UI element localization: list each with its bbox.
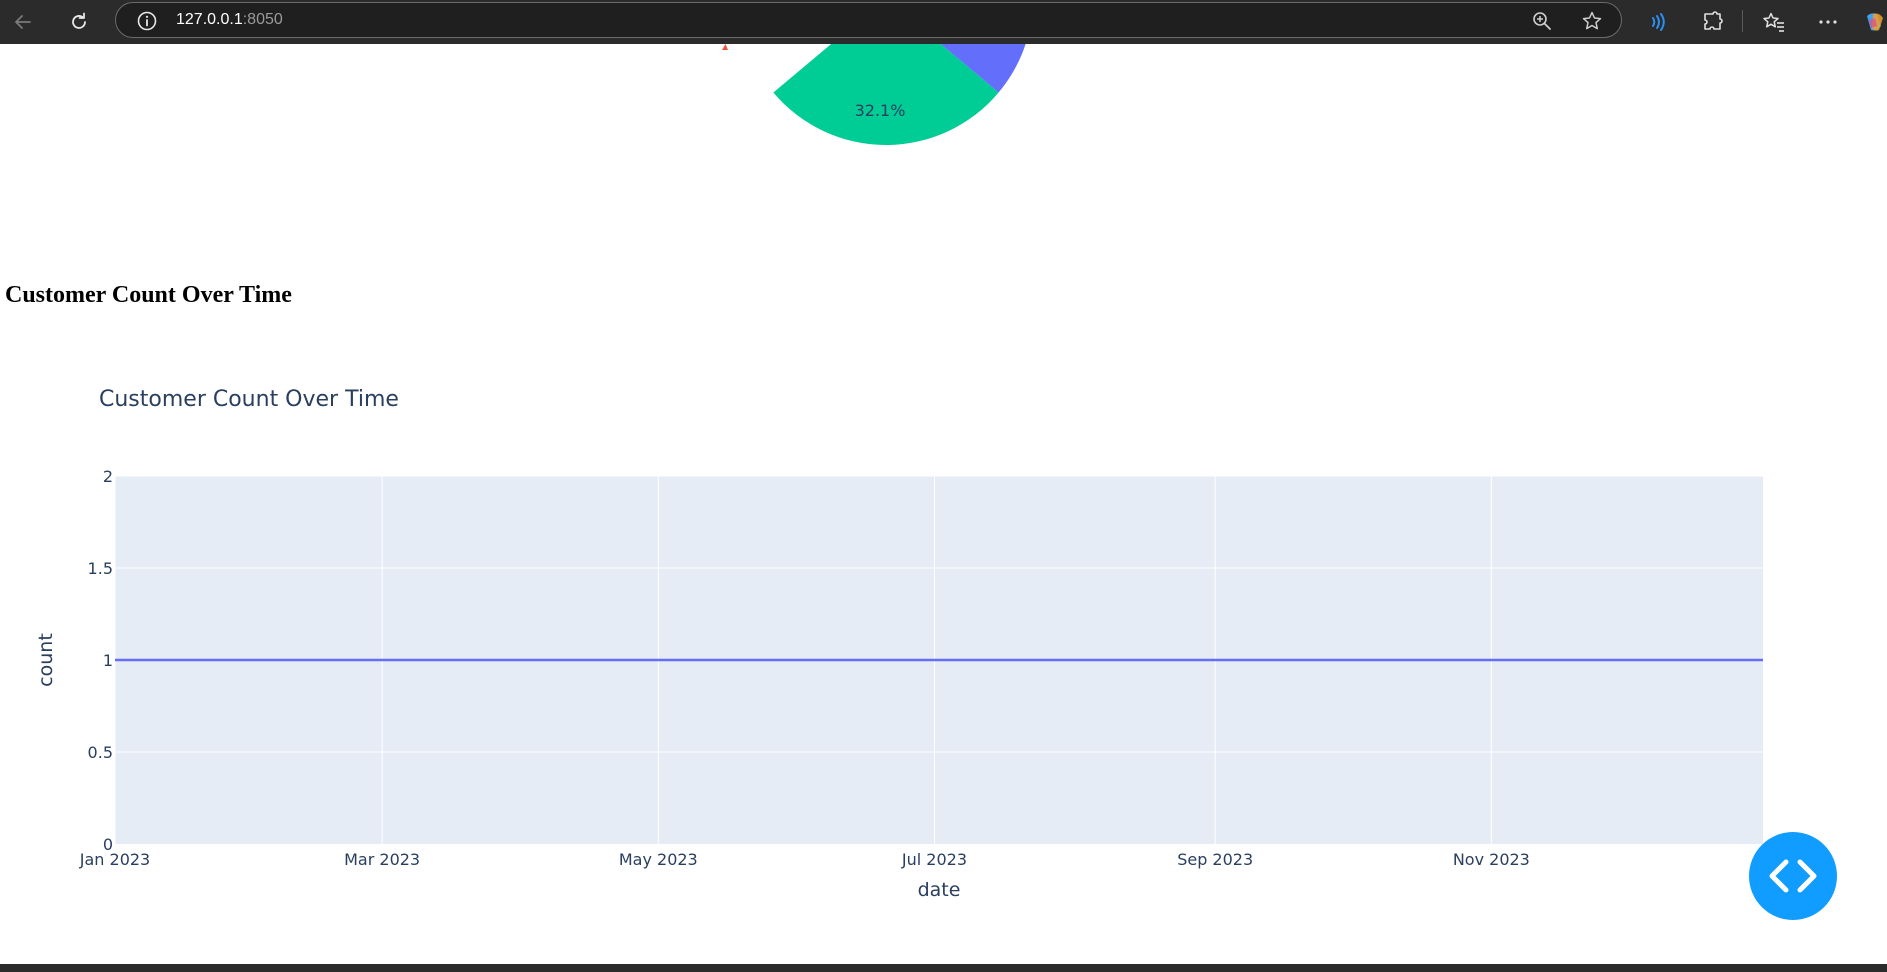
y-tick-label: 1.5 [88,559,113,578]
x-tick-labels: Jan 2023 Mar 2023 May 2023 Jul 2023 Sep 2023… [79,850,1530,869]
web-page: 32.1% Customer Count Over Time Customer … [0,44,1887,964]
site-info-icon[interactable] [134,8,160,34]
address-bar[interactable]: 127.0.0.1:8050 [115,2,1622,38]
read-aloud-icon[interactable] [1641,5,1675,39]
dev-tools-button[interactable] [1749,832,1837,920]
url-port: :8050 [242,11,283,28]
reload-button[interactable] [64,7,94,37]
y-tick-label: 2 [103,467,113,486]
x-tick-label: Nov 2023 [1453,850,1530,869]
extensions-icon[interactable] [1696,5,1730,39]
url-text[interactable]: 127.0.0.1:8050 [176,11,283,29]
x-tick-label: May 2023 [619,850,698,869]
x-tick-label: Mar 2023 [344,850,420,869]
code-brackets-icon [1769,859,1817,893]
y-tick-label: 1 [103,651,113,670]
favorites-icon[interactable] [1757,5,1791,39]
copilot-icon[interactable] [1863,5,1887,39]
back-arrow-icon [15,15,31,29]
x-tick-label: Jul 2023 [901,850,967,869]
line-chart[interactable]: Customer Count Over Time Jan 2023 Mar 202… [0,44,1887,964]
favorite-star-icon[interactable] [1579,8,1605,34]
back-button[interactable] [8,7,38,37]
y-tick-label: 0 [103,835,113,854]
browser-toolbar: 127.0.0.1:8050 [0,0,1887,44]
x-tick-label: Jan 2023 [79,850,150,869]
toolbar-separator [1742,10,1743,32]
zoom-icon[interactable] [1529,8,1555,34]
y-tick-label: 0.5 [88,743,113,762]
x-axis-label: date [918,879,961,901]
more-options-icon[interactable] [1811,5,1845,39]
y-axis-label: count [35,633,57,687]
y-tick-labels: 0 0.5 1 1.5 2 [88,467,113,854]
reload-icon [72,12,86,29]
x-tick-label: Sep 2023 [1177,850,1253,869]
chart-title: Customer Count Over Time [99,387,399,412]
url-host: 127.0.0.1 [176,11,243,28]
